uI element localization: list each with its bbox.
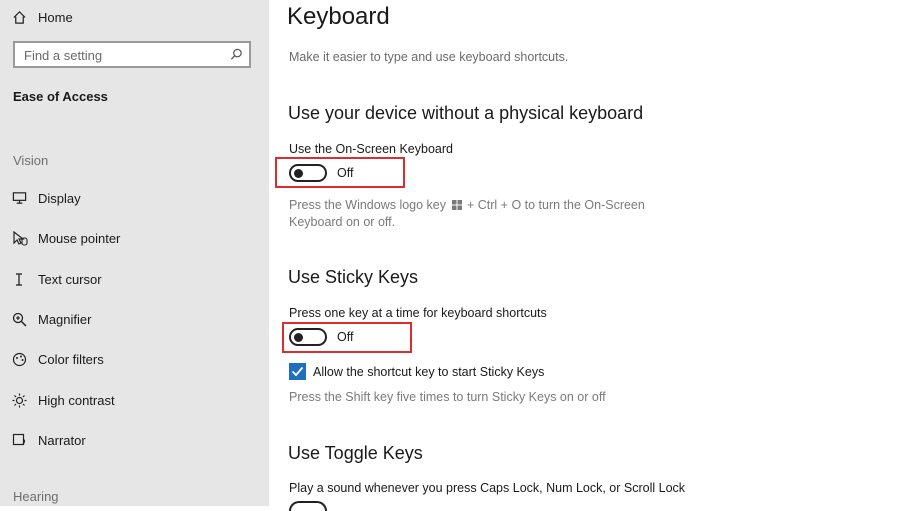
group-label-hearing: Hearing	[13, 489, 59, 504]
checkmark-icon	[291, 366, 304, 377]
search-input[interactable]: Find a setting	[13, 41, 251, 68]
sticky-hint: Press the Shift key five times to turn S…	[289, 390, 606, 404]
sticky-shortcut-checkbox-label: Allow the shortcut key to start Sticky K…	[313, 364, 545, 379]
sidebar-item-label: Text cursor	[38, 271, 102, 287]
osk-heading: Use your device without a physical keybo…	[288, 103, 644, 123]
sidebar: Home Find a setting Ease of Access Visio…	[0, 0, 269, 506]
sidebar-item-label: High contrast	[38, 392, 115, 408]
sticky-toggle-state: Off	[337, 330, 354, 344]
sticky-heading: Use Sticky Keys	[288, 267, 419, 287]
osk-hint-before: Press the Windows logo key	[289, 198, 447, 212]
osk-toggle-switch[interactable]	[289, 164, 327, 182]
high-contrast-icon	[12, 393, 38, 408]
home-nav-item[interactable]: Home	[0, 5, 73, 29]
sticky-shortcut-checkbox-row[interactable]: Allow the shortcut key to start Sticky K…	[289, 363, 544, 380]
home-icon	[12, 10, 38, 25]
narrator-icon	[12, 433, 38, 448]
sidebar-item-label: Narrator	[38, 432, 86, 448]
section-title: Ease of Access	[13, 89, 108, 104]
osk-toggle[interactable]: Off	[289, 164, 353, 182]
sidebar-item-display[interactable]: Display	[0, 186, 81, 210]
sidebar-item-label: Display	[38, 190, 81, 206]
sidebar-item-magnifier[interactable]: Magnifier	[0, 307, 91, 331]
sidebar-item-text-cursor[interactable]: Text cursor	[0, 267, 102, 291]
sticky-shortcut-checkbox[interactable]	[289, 363, 306, 380]
page-title: Keyboard	[287, 3, 390, 30]
group-label-vision: Vision	[13, 153, 49, 168]
sidebar-item-high-contrast[interactable]: High contrast	[0, 388, 115, 412]
sidebar-item-narrator[interactable]: Narrator	[0, 428, 86, 452]
windows-logo-icon	[451, 198, 462, 214]
search-icon	[230, 48, 243, 66]
sidebar-item-color-filters[interactable]: Color filters	[0, 347, 104, 371]
toggle-keys-label: Play a sound whenever you press Caps Loc…	[289, 481, 686, 495]
sticky-toggle-switch[interactable]	[289, 328, 327, 346]
color-filters-icon	[12, 352, 38, 367]
text-cursor-icon	[12, 272, 38, 287]
sidebar-item-mouse-pointer[interactable]: Mouse pointer	[0, 226, 120, 250]
sidebar-item-label: Mouse pointer	[38, 230, 121, 246]
home-label: Home	[38, 9, 73, 25]
search-placeholder: Find a setting	[24, 48, 103, 63]
sticky-toggle[interactable]: Off	[289, 328, 353, 346]
main-content: Keyboard Make it easier to type and use …	[269, 0, 900, 511]
toggle-keys-heading: Use Toggle Keys	[288, 443, 423, 463]
osk-hint: Press the Windows logo key + Ctrl + O to…	[289, 197, 649, 230]
mouse-pointer-icon	[12, 230, 38, 246]
page-description: Make it easier to type and use keyboard …	[289, 50, 569, 64]
osk-toggle-state: Off	[337, 166, 354, 180]
magnifier-icon	[12, 312, 38, 327]
sidebar-item-label: Color filters	[38, 351, 104, 367]
osk-label: Use the On-Screen Keyboard	[289, 142, 453, 156]
sidebar-item-label: Magnifier	[38, 311, 92, 327]
display-icon	[12, 191, 38, 205]
sticky-label: Press one key at a time for keyboard sho…	[289, 306, 547, 320]
toggle-keys-switch[interactable]	[289, 501, 327, 511]
